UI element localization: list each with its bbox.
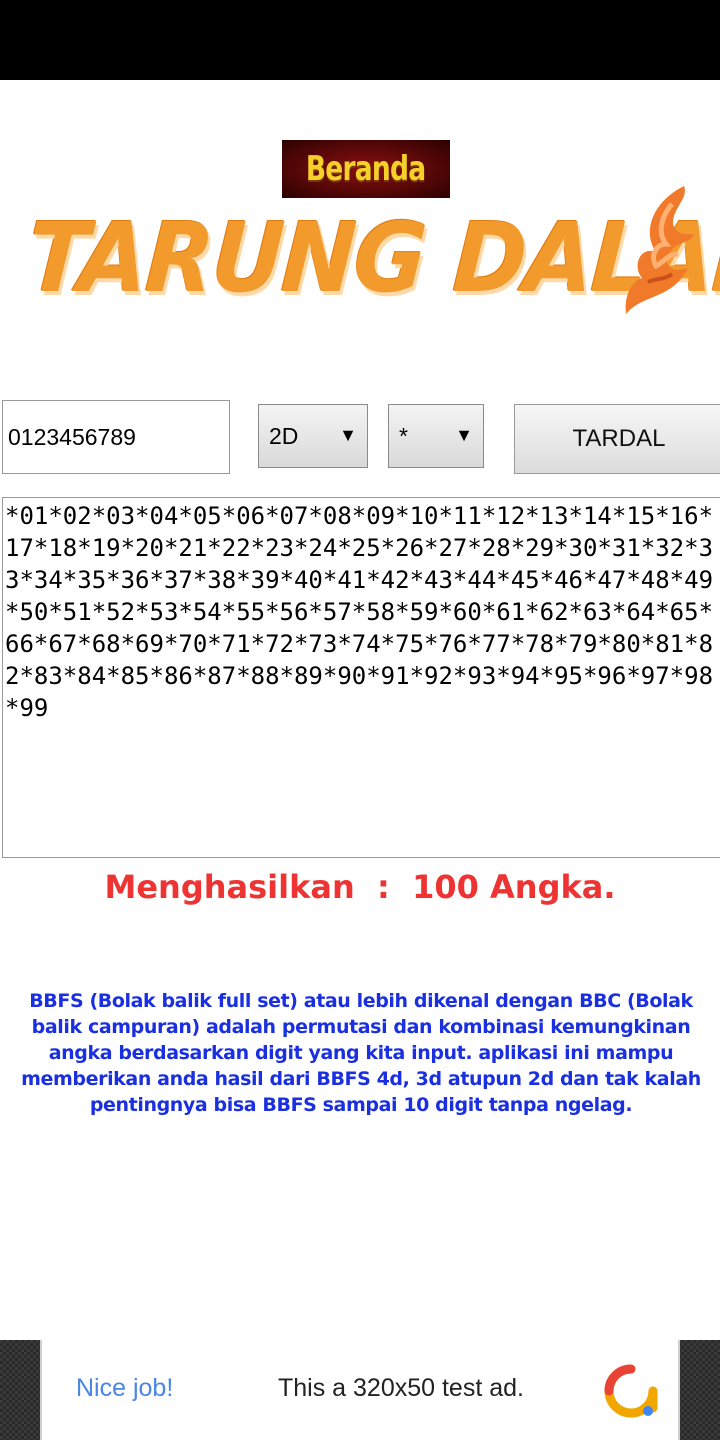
mode-select[interactable]: 2D ▼ — [258, 404, 368, 468]
home-button[interactable]: Beranda — [282, 140, 450, 198]
ad-message: This a 320x50 test ad. — [278, 1374, 524, 1402]
result-count-text: Menghasilkan : 100 Angka. — [104, 868, 616, 906]
google-ads-icon — [604, 1364, 658, 1418]
chevron-down-icon: ▼ — [455, 425, 473, 445]
logo-flame-icon — [625, 186, 694, 314]
app-logo-text: TARUNG DALAM — [24, 202, 720, 314]
result-textarea[interactable]: *01*02*03*04*05*06*07*08*09*10*11*12*13*… — [2, 497, 720, 858]
mode-select-value: 2D — [269, 423, 299, 449]
separator-select-value: * — [399, 423, 408, 449]
chevron-down-icon: ▼ — [339, 425, 357, 445]
status-bar — [0, 0, 720, 80]
ad-content[interactable]: Nice job! This a 320x50 test ad. — [40, 1340, 680, 1440]
separator-select[interactable]: * ▼ — [388, 404, 484, 468]
home-button-label: Beranda — [306, 149, 426, 189]
ad-nice-text: Nice job! — [76, 1374, 174, 1402]
description-text: BBFS (Bolak balik full set) atau lebih d… — [21, 990, 701, 1116]
digits-input[interactable] — [2, 400, 230, 474]
tardal-button[interactable]: TARDAL — [514, 404, 720, 474]
ad-banner[interactable]: Nice job! This a 320x50 test ad. — [0, 1340, 720, 1440]
